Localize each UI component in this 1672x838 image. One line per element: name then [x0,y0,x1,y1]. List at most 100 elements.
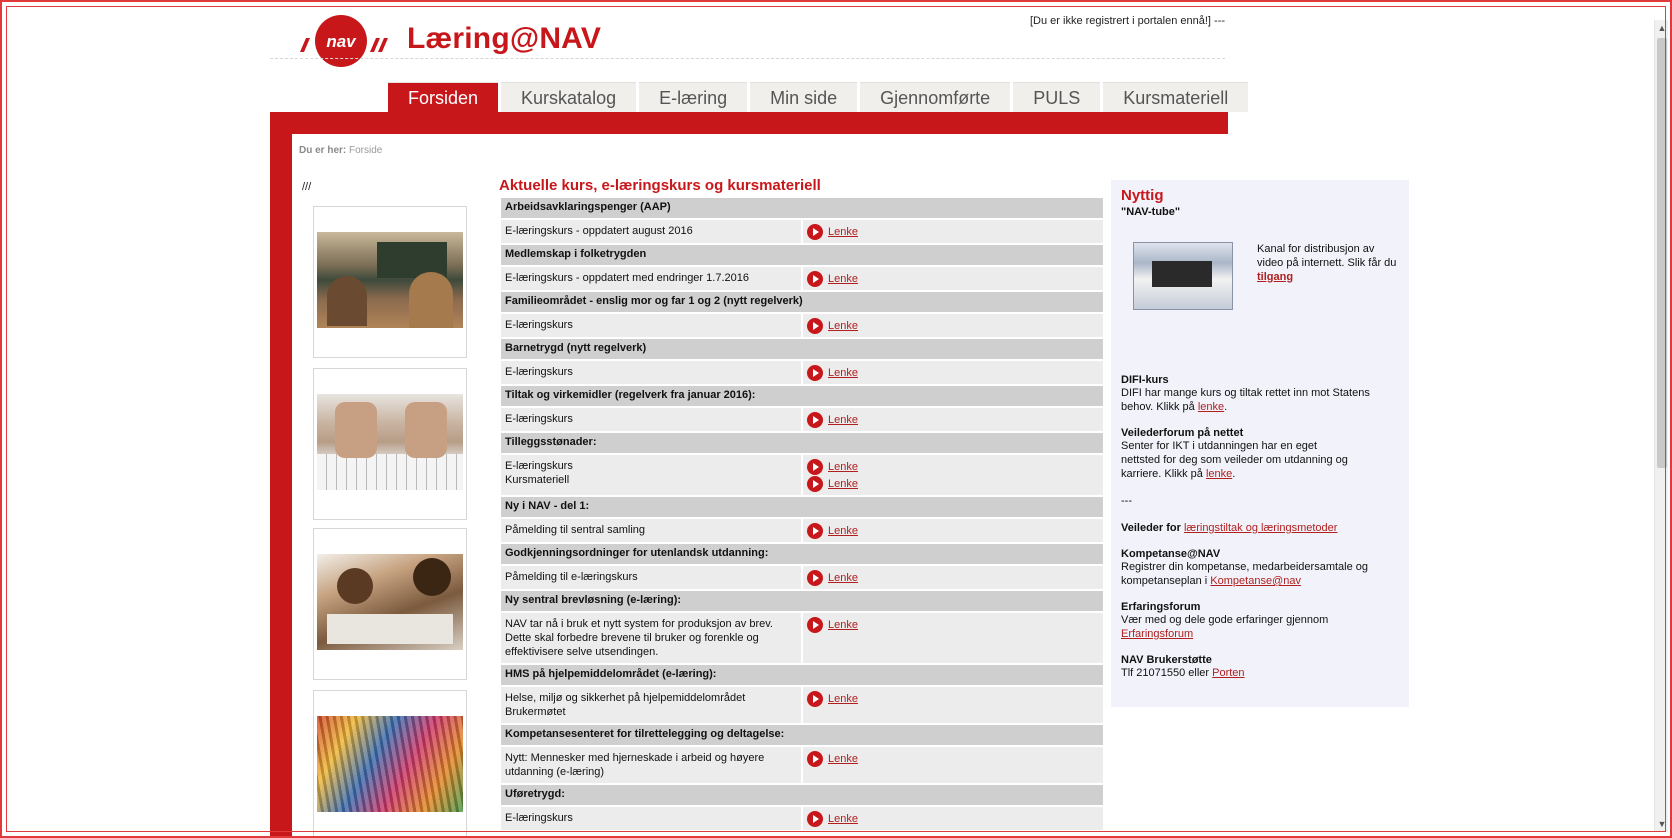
arrow-right-icon[interactable] [807,616,823,633]
arrow-right-icon[interactable] [807,270,823,287]
arrow-right-icon[interactable] [807,411,823,428]
site-title[interactable]: Læring@NAV [407,22,601,56]
tab-kursmateriell[interactable]: Kursmateriell [1103,82,1249,112]
row-description: E-læringskurs [501,807,801,830]
erfaringsforum-description: Vær med og dele gode erfaringer gjennom [1121,614,1329,626]
table-row: E-læringskurs - oppdatert august 2016 Le… [501,220,1103,243]
lenke-link[interactable]: Lenke [828,320,858,332]
arrow-right-icon[interactable] [807,569,823,586]
row-text: Nytt: Mennesker med hjerneskade i arbeid… [505,752,765,778]
section-header: Tilleggsstønader: [501,433,1103,453]
link-item[interactable]: Lenke [807,750,1099,767]
table-row: Påmelding til sentral samling Lenke [501,519,1103,542]
left-column-slashes: /// [302,181,312,193]
tab-min-side[interactable]: Min side [750,82,858,112]
arrow-right-icon[interactable] [807,458,823,475]
row-text: Brukermøtet [505,706,566,718]
arrow-right-icon[interactable] [807,223,823,240]
laeringstiltak-link[interactable]: læringstiltak og læringsmetoder [1184,522,1337,534]
breadcrumb-current[interactable]: Forside [349,145,382,156]
arrow-right-icon[interactable] [807,475,823,492]
arrow-right-icon[interactable] [807,317,823,334]
difi-link[interactable]: lenke [1198,401,1224,413]
scroll-up-icon[interactable]: ▲ [1655,20,1669,36]
tab-kurskatalog[interactable]: Kurskatalog [501,82,637,112]
section-header: Arbeidsavklaringspenger (AAP) [501,198,1103,218]
link-item[interactable]: Lenke [807,475,1099,492]
logo-text: nav [326,32,357,51]
brukerstotte-heading: NAV Brukerstøtte [1121,654,1212,666]
main-heading: Aktuelle kurs, e-læringskurs og kursmate… [499,177,821,194]
row-description: Påmelding til e-læringskurs [501,566,801,589]
table-row: E-læringskurs Kursmateriell Lenke Lenke [501,455,1103,495]
lenke-link[interactable]: Lenke [828,693,858,705]
header-divider [270,58,1225,59]
tab-e-laering[interactable]: E-læring [639,82,748,112]
image-card-classroom [313,206,467,358]
nav-logo[interactable]: nav [298,14,390,70]
arrow-right-icon[interactable] [807,364,823,381]
vertical-scrollbar[interactable]: ▲ ▼ [1654,20,1668,832]
row-description: E-læringskurs Kursmateriell [501,455,801,495]
section-header: Barnetrygd (nytt regelverk) [501,339,1103,359]
link-item[interactable]: Lenke [807,317,1099,334]
image-card-keyboard [313,368,467,520]
lenke-link[interactable]: Lenke [828,226,858,238]
arrow-right-icon[interactable] [807,690,823,707]
tilgang-link[interactable]: tilgang [1257,271,1293,283]
lenke-link[interactable]: Lenke [828,367,858,379]
link-item[interactable]: Lenke [807,569,1099,586]
link-item[interactable]: Lenke [807,690,1099,707]
brukerstotte-text: Tlf 21071550 eller Porten [1121,666,1399,680]
link-item[interactable]: Lenke [807,223,1099,240]
scroll-down-icon[interactable]: ▼ [1655,816,1669,832]
row-text: E-læringskurs [505,460,573,472]
veilederforum-link[interactable]: lenke [1206,468,1232,480]
lenke-link[interactable]: Lenke [828,619,858,631]
link-item[interactable]: Lenke [807,411,1099,428]
link-item[interactable]: Lenke [807,364,1099,381]
kompetanse-link[interactable]: Kompetanse@nav [1210,575,1301,587]
link-item[interactable]: Lenke [807,270,1099,287]
tab-gjennomforte[interactable]: Gjennomførte [860,82,1011,112]
section-header: Tiltak og virkemidler (regelverk fra jan… [501,386,1103,406]
tab-puls[interactable]: PULS [1013,82,1101,112]
arrow-right-icon[interactable] [807,750,823,767]
lenke-link[interactable]: Lenke [828,414,858,426]
veilederforum-heading: Veilederforum på nettet [1121,427,1244,439]
arrow-right-icon[interactable] [807,522,823,539]
lenke-link[interactable]: Lenke [828,525,858,537]
nav-tube-screenshot[interactable] [1133,242,1233,310]
erfaringsforum-heading: Erfaringsforum [1121,601,1201,613]
row-links: Lenke Lenke [803,455,1103,495]
students-photo [317,554,463,650]
link-item[interactable]: Lenke [807,458,1099,475]
row-text: E-læringskurs [505,319,573,331]
row-description: Nytt: Mennesker med hjerneskade i arbeid… [501,747,801,783]
link-item[interactable]: Lenke [807,522,1099,539]
row-links: Lenke [803,314,1103,337]
porten-link[interactable]: Porten [1212,667,1244,679]
table-row: E-læringskurs - oppdatert med endringer … [501,267,1103,290]
lenke-link[interactable]: Lenke [828,478,858,490]
dashes: --- [1121,495,1132,507]
row-text: Påmelding til e-læringskurs [505,571,638,583]
lenke-link[interactable]: Lenke [828,813,858,825]
table-row: Helse, miljø og sikkerhet på hjelpemidde… [501,687,1103,723]
lenke-link[interactable]: Lenke [828,461,858,473]
link-item[interactable]: Lenke [807,810,1099,827]
row-text: E-læringskurs - oppdatert august 2016 [505,225,693,237]
erfaringsforum-link[interactable]: Erfaringsforum [1121,628,1193,640]
breadcrumb: Du er her: Forside [299,145,382,156]
table-row: E-læringskurs Lenke [501,807,1103,830]
lenke-link[interactable]: Lenke [828,572,858,584]
link-item[interactable]: Lenke [807,616,1099,633]
tab-forsiden[interactable]: Forsiden [388,82,499,112]
kompetanse-heading: Kompetanse@NAV [1121,548,1221,560]
section-header: Medlemskap i folketrygden [501,245,1103,265]
arrow-right-icon[interactable] [807,810,823,827]
lenke-link[interactable]: Lenke [828,273,858,285]
lenke-link[interactable]: Lenke [828,753,858,765]
scroll-thumb[interactable] [1657,38,1667,468]
breadcrumb-prefix: Du er her: [299,145,347,156]
